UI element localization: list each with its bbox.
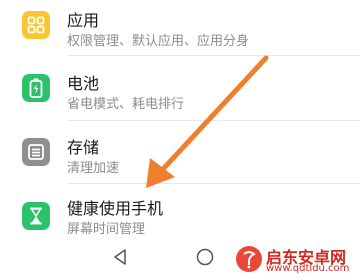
settings-item-title: 电池: [67, 74, 100, 93]
settings-item-storage[interactable]: 存储 清理加速: [0, 127, 360, 189]
watermark-logo: [236, 246, 262, 272]
apps-grid-icon: [22, 11, 50, 39]
watermark: 启东安卓网 www.qdtldu.com: [236, 242, 354, 278]
divider: [67, 120, 360, 121]
home-icon[interactable]: [196, 248, 214, 266]
settings-item-title: 存储: [67, 138, 100, 157]
settings-item-subtitle: 屏幕时间管理: [67, 222, 146, 237]
settings-item-subtitle: 省电模式、耗电排行: [67, 97, 185, 112]
settings-item-subtitle: 权限管理、默认应用、应用分身: [67, 34, 250, 49]
watermark-url: www.qdtldu.com: [266, 263, 350, 274]
settings-item-subtitle: 清理加速: [67, 161, 120, 176]
settings-item-apps[interactable]: 应用 权限管理、默认应用、应用分身: [0, 0, 360, 62]
battery-icon: [22, 74, 50, 102]
storage-icon: [22, 138, 50, 166]
settings-item-title: 健康使用手机: [67, 199, 164, 218]
settings-item-battery[interactable]: 电池 省电模式、耗电排行: [0, 63, 360, 125]
settings-item-title: 应用: [67, 11, 100, 30]
divider: [67, 183, 360, 184]
divider: [67, 55, 360, 56]
hourglass-icon: [22, 202, 50, 230]
back-icon[interactable]: [112, 248, 128, 266]
